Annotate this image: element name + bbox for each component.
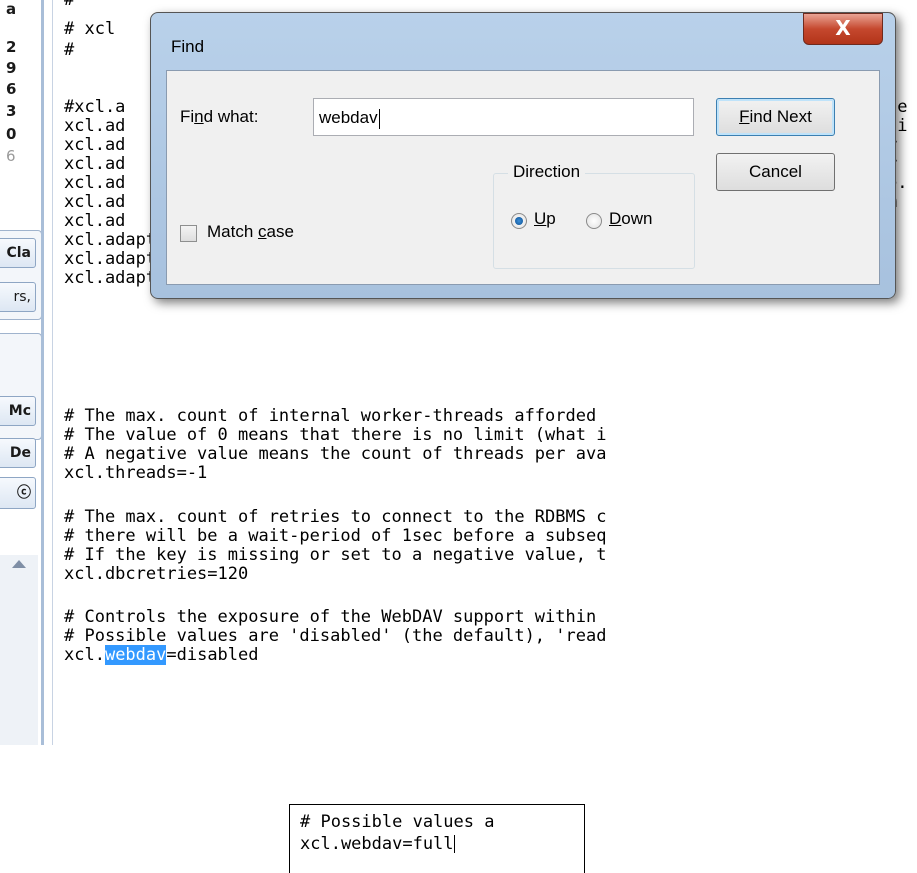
gutter-char: a <box>6 0 17 18</box>
text-caret <box>453 835 455 853</box>
panel-divider <box>41 0 44 745</box>
code-line: xcl.ad <box>64 192 126 212</box>
code-line: # The value of 0 means that there is no … <box>64 425 607 445</box>
code-line: xcl.ad <box>64 211 126 231</box>
code-line: xcl.ad <box>64 116 126 136</box>
code-line-suffix: =disabled <box>166 645 259 665</box>
scroll-up-arrow-icon[interactable] <box>12 560 26 568</box>
cancel-button[interactable]: Cancel <box>716 153 835 191</box>
dialog-title: Find <box>171 37 205 56</box>
search-match-highlight: webdav <box>104 645 167 665</box>
match-case-checkbox[interactable] <box>180 225 197 242</box>
left-panel: a 2 9 6 3 0 6 Cla rs, Mc De ⓒ <box>0 0 42 745</box>
direction-label: Direction <box>508 162 586 182</box>
side-button-de[interactable]: De <box>0 438 36 468</box>
close-icon: X <box>835 16 851 40</box>
find-what-input[interactable]: webdav <box>313 98 694 136</box>
code-line: xcl.threads=-1 <box>64 463 208 483</box>
direction-up-label[interactable]: Up <box>534 209 556 229</box>
side-button-mc[interactable]: Mc <box>0 396 36 426</box>
panel-divider <box>52 0 53 745</box>
code-line: xcl.dbcretries=120 <box>64 564 249 584</box>
direction-up-radio[interactable] <box>511 213 527 229</box>
gutter-char: 6 <box>6 80 17 98</box>
find-what-value: webdav <box>319 108 378 127</box>
snippet-line-text: xcl.webdav=full <box>300 834 454 854</box>
scrollbar[interactable] <box>0 555 38 745</box>
dialog-body: Find what: webdav Find Next Cancel Direc… <box>166 70 880 285</box>
snippet-line: xcl.webdav=full <box>300 835 455 854</box>
match-case-label[interactable]: Match case <box>207 222 294 242</box>
code-line: # Controls the exposure of the WebDAV su… <box>64 607 597 627</box>
code-line-match: xcl.webdav=disabled <box>64 645 259 665</box>
direction-group: Direction Up Down <box>493 162 695 269</box>
code-line: #xcl.a <box>64 97 126 117</box>
gutter-char: 3 <box>6 102 17 120</box>
code-line: # The max. count of internal worker-thre… <box>64 406 597 426</box>
gutter-char: 6 <box>6 147 16 165</box>
find-what-label: Find what: <box>180 107 259 126</box>
find-dialog: Find X Find what: webdav Find Next Cance… <box>150 12 896 299</box>
code-line: # A negative value means the count of th… <box>64 444 607 464</box>
code-line: # <box>64 40 75 60</box>
gutter-char: 9 <box>6 59 17 77</box>
snippet-line: # Possible values a <box>300 812 495 832</box>
code-line: xcl.ad <box>64 135 126 155</box>
refresh-icon[interactable]: ⓒ <box>0 477 36 509</box>
edited-snippet: # Possible values a xcl.webdav=full <box>289 804 585 873</box>
code-line: # <box>64 0 75 10</box>
text-caret <box>378 108 380 129</box>
code-line-prefix: xcl. <box>64 645 105 665</box>
code-line: xcl.ad <box>64 173 126 193</box>
code-line: # Possible values are 'disabled' (the de… <box>64 626 607 646</box>
code-line: # The max. count of retries to connect t… <box>64 507 607 527</box>
code-line: # xcl <box>64 19 116 39</box>
gutter-char: 0 <box>6 125 17 143</box>
gutter-char: 2 <box>6 38 17 56</box>
close-button[interactable]: X <box>803 13 883 45</box>
direction-down-radio[interactable] <box>586 213 602 229</box>
code-line: # If the key is missing or set to a nega… <box>64 545 607 565</box>
code-line: xcl.ad <box>64 154 126 174</box>
side-button-rs[interactable]: rs, <box>0 282 36 312</box>
find-next-button[interactable]: Find Next <box>716 98 835 136</box>
direction-down-label[interactable]: Down <box>609 209 652 229</box>
code-line: # there will be a wait-period of 1sec be… <box>64 526 607 546</box>
side-button-cla[interactable]: Cla <box>0 238 36 268</box>
